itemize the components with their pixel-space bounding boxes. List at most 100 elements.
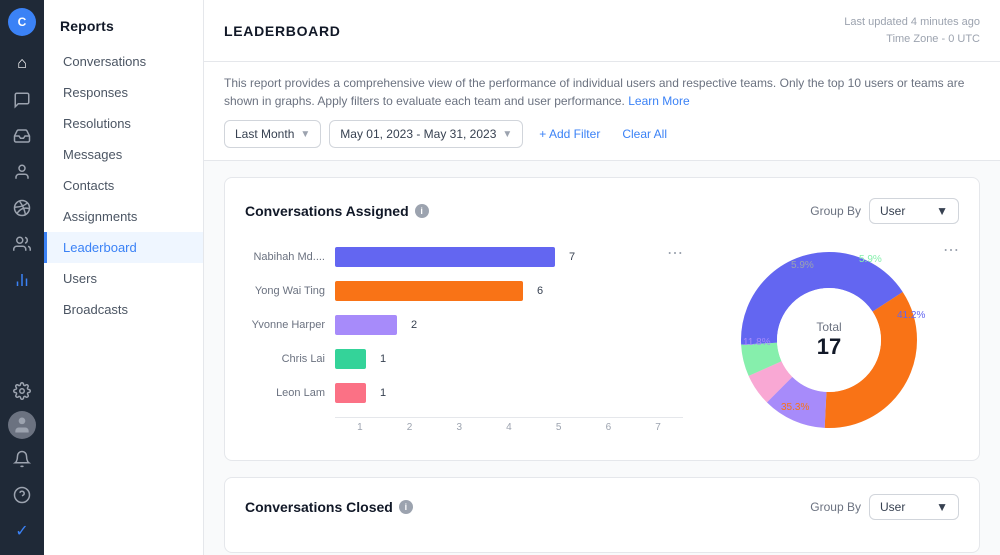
sidebar-item-label: Conversations [63, 54, 146, 69]
main-content: LEADERBOARD Last updated 4 minutes ago T… [204, 0, 1000, 555]
page-header: LEADERBOARD Last updated 4 minutes ago T… [204, 0, 1000, 62]
bar-value: 7 [569, 251, 575, 263]
donut-chart-area: ⋯ [699, 240, 959, 440]
settings-icon[interactable] [6, 375, 38, 407]
profile-avatar[interactable] [8, 411, 36, 439]
donut-more-icon[interactable]: ⋯ [943, 240, 959, 260]
sidebar-item-label: Assignments [63, 209, 137, 224]
sidebar-item-label: Users [63, 271, 97, 286]
icon-rail: C ⌂ ✓ [0, 0, 44, 555]
sidebar-item-responses[interactable]: Responses [44, 77, 203, 108]
donut-center: Total 17 [816, 320, 841, 360]
bar-value: 1 [380, 353, 386, 365]
card-title-row-closed: Conversations Closed i [245, 499, 413, 515]
sidebar: Reports Conversations Responses Resoluti… [44, 0, 204, 555]
conversations-assigned-card: Conversations Assigned i Group By User ▼… [224, 177, 980, 461]
bar-label: Yong Wai Ting [245, 285, 335, 297]
bar-container: 7 [335, 247, 683, 267]
bar [335, 349, 366, 369]
page-title: LEADERBOARD [224, 23, 341, 39]
help-icon[interactable] [6, 479, 38, 511]
svg-text:5.9%: 5.9% [859, 254, 882, 265]
bar-label: Chris Lai [245, 353, 335, 365]
sidebar-item-label: Contacts [63, 178, 114, 193]
period-select[interactable]: Last Month ▼ [224, 120, 321, 148]
sidebar-item-broadcasts[interactable]: Broadcasts [44, 294, 203, 325]
bar [335, 383, 366, 403]
users-group-icon[interactable] [6, 228, 38, 260]
group-by-select[interactable]: User ▼ [869, 198, 959, 224]
learn-more-link[interactable]: Learn More [628, 94, 689, 108]
date-range-value: May 01, 2023 - May 31, 2023 [340, 127, 496, 141]
bar-chart: ⋯ Nabihah Md.... 7 Yong Wai Ting 6 [245, 247, 683, 433]
donut-total-value: 17 [816, 334, 841, 360]
info-icon[interactable]: i [415, 204, 429, 218]
svg-text:41.2%: 41.2% [897, 310, 925, 321]
sidebar-item-label: Responses [63, 85, 128, 100]
last-updated: Last updated 4 minutes ago [844, 14, 980, 31]
card-title-row: Conversations Assigned i [245, 203, 429, 219]
filters-row: Last Month ▼ May 01, 2023 - May 31, 2023… [224, 120, 980, 148]
bar [335, 281, 523, 301]
group-by-value-closed: User [880, 500, 905, 514]
home-icon[interactable]: ⌂ [6, 48, 38, 80]
group-by-row: Group By User ▼ [810, 198, 959, 224]
bar-more-icon[interactable]: ⋯ [667, 243, 683, 263]
sidebar-item-label: Messages [63, 147, 122, 162]
notifications-icon[interactable] [6, 443, 38, 475]
bar [335, 247, 555, 267]
period-value: Last Month [235, 127, 294, 141]
sidebar-item-assignments[interactable]: Assignments [44, 201, 203, 232]
bar-container: 1 [335, 383, 683, 403]
group-by-select-closed[interactable]: User ▼ [869, 494, 959, 520]
date-range-select[interactable]: May 01, 2023 - May 31, 2023 ▼ [329, 120, 523, 148]
bar-row: Nabihah Md.... 7 [245, 247, 683, 267]
card-header-closed: Conversations Closed i Group By User ▼ [245, 494, 959, 520]
sidebar-item-leaderboard[interactable]: Leaderboard [44, 232, 203, 263]
bar-value: 6 [537, 285, 543, 297]
sidebar-item-contacts[interactable]: Contacts [44, 170, 203, 201]
bar [335, 315, 397, 335]
sidebar-title: Reports [44, 12, 203, 46]
sidebar-item-label: Leaderboard [63, 240, 137, 255]
content-area: Conversations Assigned i Group By User ▼… [204, 161, 1000, 555]
group-by-value: User [880, 204, 905, 218]
check-icon[interactable]: ✓ [6, 515, 38, 547]
header-meta: Last updated 4 minutes ago Time Zone - 0… [844, 14, 980, 47]
bar-value: 2 [411, 319, 417, 331]
conversations-closed-card: Conversations Closed i Group By User ▼ [224, 477, 980, 553]
inbox-icon[interactable] [6, 120, 38, 152]
group-by-row-closed: Group By User ▼ [810, 494, 959, 520]
bar-container: 2 [335, 315, 683, 335]
sidebar-item-users[interactable]: Users [44, 263, 203, 294]
card-title-closed: Conversations Closed [245, 499, 393, 515]
bar-row: Leon Lam 1 [245, 383, 683, 403]
info-icon-closed[interactable]: i [399, 500, 413, 514]
user-avatar-rail[interactable]: C [8, 8, 36, 36]
sidebar-item-label: Broadcasts [63, 302, 128, 317]
date-arrow-icon: ▼ [502, 129, 512, 140]
bar-row: Chris Lai 1 [245, 349, 683, 369]
filters-description: This report provides a comprehensive vie… [224, 74, 980, 110]
sidebar-item-conversations[interactable]: Conversations [44, 46, 203, 77]
x-axis-line [335, 417, 683, 418]
chat-icon[interactable] [6, 84, 38, 116]
add-filter-button[interactable]: + Add Filter [531, 121, 608, 147]
analytics-icon[interactable] [6, 264, 38, 296]
group-by-arrow-closed-icon: ▼ [936, 500, 948, 514]
bar-label: Nabihah Md.... [245, 251, 335, 263]
timezone: Time Zone - 0 UTC [844, 31, 980, 48]
clear-all-button[interactable]: Clear All [616, 121, 673, 147]
reports-icon[interactable] [6, 192, 38, 224]
bar-label: Yvonne Harper [245, 319, 335, 331]
sidebar-item-label: Resolutions [63, 116, 131, 131]
card-header: Conversations Assigned i Group By User ▼ [245, 198, 959, 224]
group-by-arrow-icon: ▼ [936, 204, 948, 218]
bar-value: 1 [380, 387, 386, 399]
period-arrow-icon: ▼ [300, 129, 310, 140]
group-by-label: Group By [810, 204, 861, 218]
sidebar-item-messages[interactable]: Messages [44, 139, 203, 170]
sidebar-item-resolutions[interactable]: Resolutions [44, 108, 203, 139]
contacts-icon[interactable] [6, 156, 38, 188]
svg-text:5.9%: 5.9% [791, 260, 814, 271]
